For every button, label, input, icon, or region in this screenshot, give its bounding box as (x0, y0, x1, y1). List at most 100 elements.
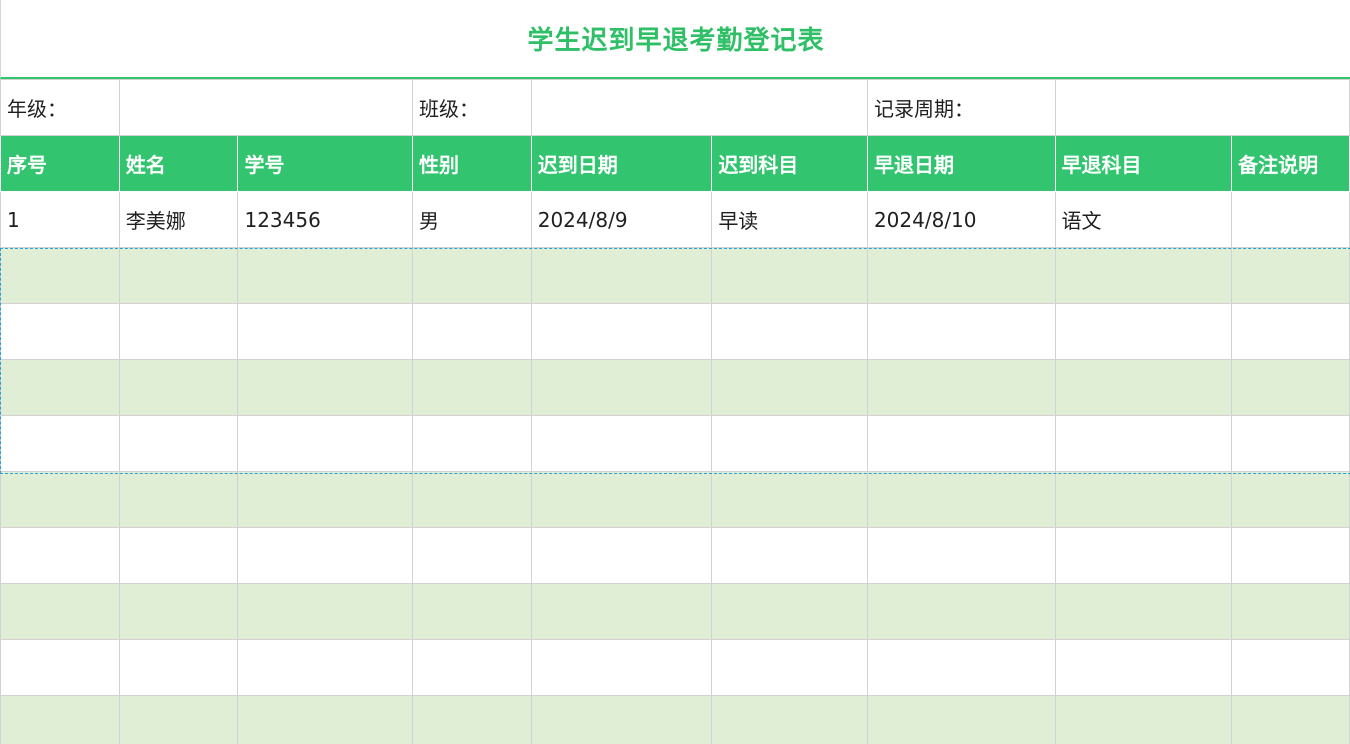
cell-index[interactable] (0, 695, 120, 744)
cell-remarks[interactable] (1231, 303, 1350, 360)
cell-early-subject[interactable] (1054, 303, 1233, 360)
cell-early-subject[interactable] (1054, 695, 1233, 744)
cell-remarks[interactable] (1231, 191, 1350, 248)
cell-index[interactable] (0, 527, 120, 584)
cell-early-subject[interactable] (1054, 247, 1233, 304)
cell-late-date[interactable] (530, 415, 713, 472)
cell-late-date[interactable] (530, 639, 713, 696)
cell-name[interactable] (118, 527, 239, 584)
header-cell-index[interactable]: 序号 (0, 135, 120, 192)
cell-early-subject[interactable] (1054, 527, 1233, 584)
cell-remarks[interactable] (1231, 247, 1350, 304)
cell-early-date[interactable] (866, 583, 1056, 640)
cell-late-subject[interactable] (711, 471, 868, 528)
grade-label-cell[interactable]: 年级： (0, 79, 120, 136)
cell-name[interactable]: 李美娜 (118, 191, 239, 248)
cell-remarks[interactable] (1231, 359, 1350, 416)
cell-student-id[interactable] (237, 583, 413, 640)
class-label-cell[interactable]: 班级： (412, 79, 532, 136)
cell-name[interactable] (118, 471, 239, 528)
cell-late-subject[interactable]: 早读 (711, 191, 868, 248)
header-cell-gender[interactable]: 性别 (412, 135, 532, 192)
cell-name[interactable] (118, 639, 239, 696)
cell-late-date[interactable] (530, 471, 713, 528)
cell-student-id[interactable] (237, 695, 413, 744)
cell-early-date[interactable] (866, 471, 1056, 528)
cell-gender[interactable] (412, 695, 532, 744)
header-cell-name[interactable]: 姓名 (118, 135, 239, 192)
cell-early-date[interactable] (866, 303, 1056, 360)
cell-late-subject[interactable] (711, 695, 868, 744)
cell-student-id[interactable]: 123456 (237, 191, 413, 248)
cell-late-subject[interactable] (711, 303, 868, 360)
grade-value-cell[interactable] (118, 79, 414, 136)
cell-early-subject[interactable] (1054, 639, 1233, 696)
header-cell-student-id[interactable]: 学号 (237, 135, 413, 192)
cell-early-subject[interactable] (1054, 471, 1233, 528)
class-value-cell[interactable] (530, 79, 868, 136)
cell-index[interactable] (0, 359, 120, 416)
cell-index[interactable]: 1 (0, 191, 120, 248)
cell-student-id[interactable] (237, 527, 413, 584)
cell-name[interactable] (118, 303, 239, 360)
cell-name[interactable] (118, 583, 239, 640)
title-row[interactable]: 学生迟到早退考勤登记表 (0, 0, 1350, 79)
cell-early-date[interactable] (866, 415, 1056, 472)
cell-late-subject[interactable] (711, 583, 868, 640)
period-label-cell[interactable]: 记录周期： (866, 79, 1056, 136)
cell-remarks[interactable] (1231, 639, 1350, 696)
cell-gender[interactable] (412, 471, 532, 528)
cell-early-subject[interactable]: 语文 (1054, 191, 1233, 248)
cell-remarks[interactable] (1231, 695, 1350, 744)
cell-gender[interactable] (412, 303, 532, 360)
cell-student-id[interactable] (237, 303, 413, 360)
cell-late-date[interactable] (530, 527, 713, 584)
cell-late-subject[interactable] (711, 359, 868, 416)
cell-gender[interactable] (412, 247, 532, 304)
cell-late-date[interactable] (530, 359, 713, 416)
cell-early-subject[interactable] (1054, 583, 1233, 640)
cell-gender[interactable]: 男 (412, 191, 532, 248)
cell-student-id[interactable] (237, 471, 413, 528)
cell-late-date[interactable]: 2024/8/9 (530, 191, 713, 248)
cell-remarks[interactable] (1231, 415, 1350, 472)
cell-early-date[interactable] (866, 527, 1056, 584)
cell-gender[interactable] (412, 359, 532, 416)
cell-student-id[interactable] (237, 359, 413, 416)
cell-early-date[interactable] (866, 359, 1056, 416)
cell-late-subject[interactable] (711, 639, 868, 696)
cell-name[interactable] (118, 247, 239, 304)
cell-gender[interactable] (412, 415, 532, 472)
cell-student-id[interactable] (237, 247, 413, 304)
cell-index[interactable] (0, 639, 120, 696)
cell-index[interactable] (0, 247, 120, 304)
cell-student-id[interactable] (237, 415, 413, 472)
cell-remarks[interactable] (1231, 583, 1350, 640)
header-cell-early-date[interactable]: 早退日期 (866, 135, 1056, 192)
cell-gender[interactable] (412, 639, 532, 696)
cell-early-date[interactable] (866, 247, 1056, 304)
cell-early-date[interactable] (866, 695, 1056, 744)
cell-index[interactable] (0, 471, 120, 528)
cell-student-id[interactable] (237, 639, 413, 696)
header-cell-late-subject[interactable]: 迟到科目 (711, 135, 868, 192)
period-value-cell[interactable] (1054, 79, 1350, 136)
cell-index[interactable] (0, 415, 120, 472)
cell-late-date[interactable] (530, 247, 713, 304)
header-cell-remarks[interactable]: 备注说明 (1231, 135, 1350, 192)
cell-early-date[interactable]: 2024/8/10 (866, 191, 1056, 248)
cell-name[interactable] (118, 415, 239, 472)
header-cell-early-subject[interactable]: 早退科目 (1054, 135, 1233, 192)
cell-early-date[interactable] (866, 639, 1056, 696)
cell-remarks[interactable] (1231, 527, 1350, 584)
cell-early-subject[interactable] (1054, 359, 1233, 416)
cell-index[interactable] (0, 303, 120, 360)
cell-late-date[interactable] (530, 303, 713, 360)
cell-remarks[interactable] (1231, 471, 1350, 528)
cell-gender[interactable] (412, 527, 532, 584)
cell-late-date[interactable] (530, 583, 713, 640)
cell-early-subject[interactable] (1054, 415, 1233, 472)
cell-name[interactable] (118, 695, 239, 744)
header-cell-late-date[interactable]: 迟到日期 (530, 135, 713, 192)
cell-late-date[interactable] (530, 695, 713, 744)
